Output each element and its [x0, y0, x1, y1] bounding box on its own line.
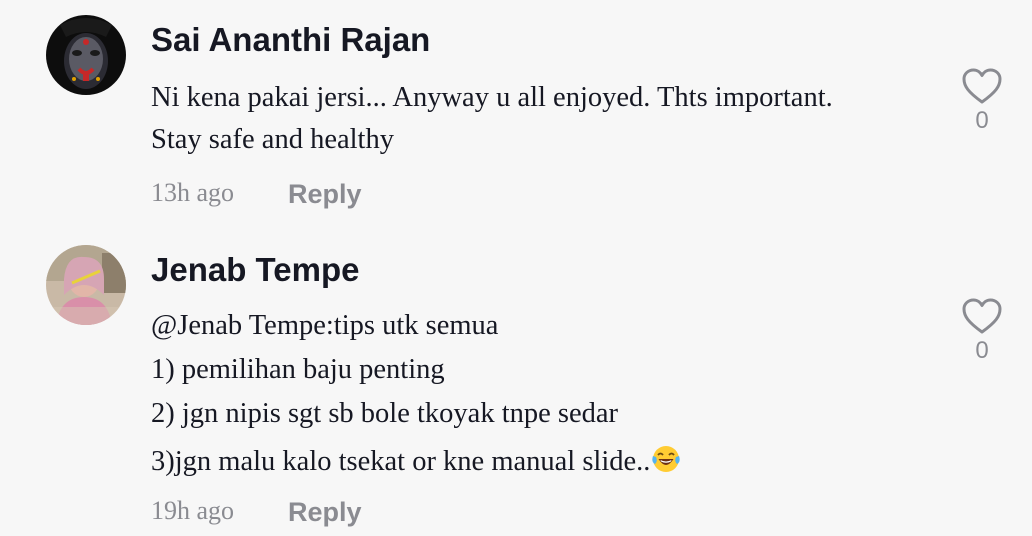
reply-button[interactable]: Reply	[288, 181, 362, 208]
user-avatar-icon[interactable]	[46, 15, 126, 95]
comment-text-line: @Jenab Tempe:tips utk semua	[151, 310, 499, 341]
comment-text-line-with-emoji: 3)jgn malu kalo tsekat or kne manual sli…	[151, 444, 681, 477]
user-avatar-icon[interactable]	[46, 245, 126, 325]
comment-text-line: Ni kena pakai jersi... Anyway u all enjo…	[151, 82, 833, 113]
laughing-tears-emoji	[651, 444, 681, 474]
heart-outline-icon[interactable]	[958, 296, 1006, 336]
comment-text-line: 1) pemilihan baju penting	[151, 354, 445, 385]
comment-timestamp: 19h ago	[151, 496, 235, 525]
heart-outline-icon[interactable]	[958, 66, 1006, 106]
comment-timestamp: 13h ago	[151, 178, 235, 207]
reply-button[interactable]: Reply	[288, 499, 362, 526]
comment-text-line: Stay safe and healthy	[151, 124, 394, 155]
comment-username[interactable]: Jenab Tempe	[151, 253, 359, 286]
like-count: 0	[975, 337, 989, 364]
like-count: 0	[975, 107, 989, 134]
comment-username[interactable]: Sai Ananthi Rajan	[151, 23, 430, 56]
comment-text-segment: 3)jgn malu kalo tsekat or kne manual sli…	[151, 446, 651, 477]
comment-text-line: 2) jgn nipis sgt sb bole tkoyak tnpe sed…	[151, 398, 619, 429]
